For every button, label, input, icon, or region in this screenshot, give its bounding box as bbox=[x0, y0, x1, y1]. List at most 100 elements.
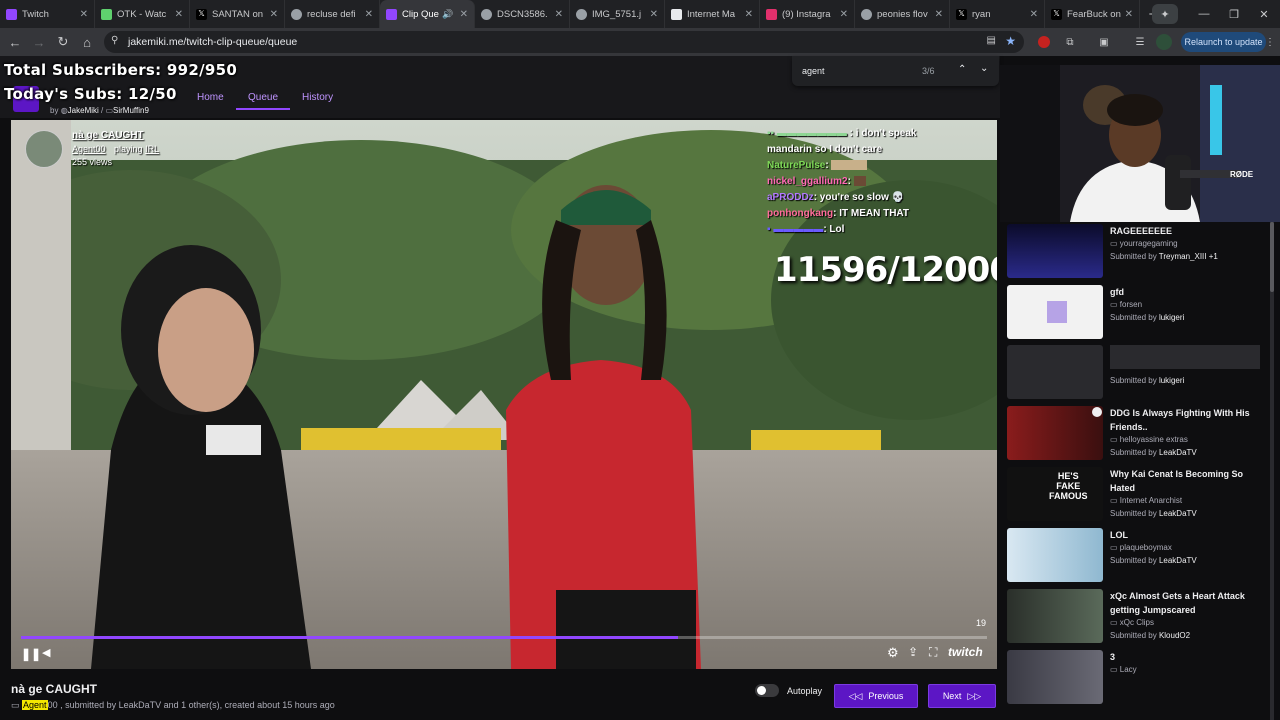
tab-label: Twitch bbox=[22, 8, 49, 20]
close-window-button[interactable]: ✕ bbox=[1248, 0, 1280, 28]
queue-item-title: LOL bbox=[1110, 530, 1128, 540]
tab-search-icon[interactable]: ✦ bbox=[1152, 4, 1178, 24]
browser-tab[interactable]: 𝕏 FearBuck on ✕ bbox=[1045, 0, 1140, 28]
browser-tab[interactable]: OTK - Watc ✕ bbox=[95, 0, 190, 28]
clip-icon: ▭ bbox=[1110, 496, 1120, 505]
toggle-switch[interactable] bbox=[755, 684, 779, 697]
tab-label: recluse defi bbox=[307, 8, 356, 20]
queue-item[interactable]: xQc Almost Gets a Heart Attack getting J… bbox=[1007, 587, 1267, 645]
queue-item[interactable]: RAGEEEEEEE ▭ yourragegaming Submitted by… bbox=[1007, 222, 1267, 280]
tab-close-icon[interactable]: ✕ bbox=[270, 9, 278, 20]
extensions-puzzle-icon[interactable]: ⧉ bbox=[1062, 34, 1078, 50]
clip-queue-list: RAGEEEEEEE ▭ yourragegaming Submitted by… bbox=[1004, 222, 1270, 720]
game-link[interactable]: IRL bbox=[145, 144, 159, 154]
bookmark-star-icon[interactable]: ★ bbox=[1005, 34, 1016, 48]
find-next-icon[interactable]: ⌄ bbox=[980, 63, 988, 74]
browser-tab[interactable]: (9) Instagra ✕ bbox=[760, 0, 855, 28]
browser-tab-active[interactable]: Clip Que 🔊 ✕ bbox=[380, 0, 475, 28]
tab-close-icon[interactable]: ✕ bbox=[1125, 9, 1133, 20]
reading-list-icon[interactable]: ☰ bbox=[1132, 34, 1148, 50]
queue-item-title: 3 bbox=[1110, 652, 1116, 662]
pause-icon[interactable]: ❚❚ bbox=[21, 647, 41, 661]
channel-avatar[interactable] bbox=[25, 130, 63, 168]
clip-title-overlay[interactable]: nà ge CAUGHT bbox=[72, 130, 144, 141]
author-link[interactable]: SirMuffin9 bbox=[113, 106, 149, 115]
autoplay-toggle[interactable]: Autoplay bbox=[755, 684, 822, 697]
channel-link[interactable]: Agent00 bbox=[72, 144, 106, 154]
queue-thumbnail: HE'S FAKE FAMOUS bbox=[1007, 467, 1103, 521]
tab-close-icon[interactable]: ✕ bbox=[1030, 9, 1038, 20]
back-button[interactable]: ← bbox=[3, 30, 27, 54]
tab-close-icon[interactable]: ✕ bbox=[175, 9, 183, 20]
tab-audio-icon[interactable]: 🔊 bbox=[442, 9, 453, 20]
emote-icon bbox=[853, 176, 866, 187]
browser-tab[interactable]: 𝕏ryan ✕ bbox=[950, 0, 1045, 28]
queue-item[interactable]: gfd ▭ forsen Submitted by lukigeri bbox=[1007, 283, 1267, 341]
queue-item-submitter: Submitted by Treyman_XIII +1 bbox=[1110, 252, 1218, 261]
browser-tab[interactable]: peonies flov ✕ bbox=[855, 0, 950, 28]
progress-bar[interactable] bbox=[21, 636, 987, 639]
tab-favicon-icon bbox=[6, 8, 17, 20]
minimize-button[interactable]: — bbox=[1188, 0, 1220, 28]
home-button[interactable]: ⌂ bbox=[75, 30, 99, 54]
queue-item-title: RAGEEEEEEE bbox=[1110, 226, 1173, 236]
relaunch-button[interactable]: Relaunch to update bbox=[1181, 32, 1266, 52]
clip-icon: ▭ bbox=[1110, 435, 1120, 444]
browser-tab[interactable]: 𝕏 SANTAN on ✕ bbox=[190, 0, 285, 28]
address-bar[interactable]: ⚲ jakemiki.me/twitch-clip-queue/queue ▤ … bbox=[104, 31, 1024, 53]
tab-close-icon[interactable]: ✕ bbox=[840, 9, 848, 20]
github-icon: ◍ bbox=[60, 106, 68, 115]
tab-close-icon[interactable]: ✕ bbox=[650, 9, 658, 20]
nav-queue[interactable]: Queue bbox=[236, 92, 291, 110]
find-input[interactable]: agent bbox=[802, 66, 825, 76]
browser-tab[interactable]: Internet Ma ✕ bbox=[665, 0, 760, 28]
find-count: 3/6 bbox=[922, 66, 935, 76]
tab-close-icon[interactable]: ✕ bbox=[935, 9, 943, 20]
url-text: jakemiki.me/twitch-clip-queue/queue bbox=[128, 36, 298, 48]
remove-icon[interactable] bbox=[1092, 407, 1102, 417]
browser-tab[interactable]: recluse defi ✕ bbox=[285, 0, 380, 28]
site-info-icon[interactable]: ⚲ bbox=[111, 35, 118, 46]
side-panel-icon[interactable]: ▣ bbox=[1096, 34, 1112, 50]
queue-item[interactable]: 3 ▭ Lacy bbox=[1007, 648, 1267, 706]
browser-tab[interactable]: DSCN3586. ✕ bbox=[475, 0, 570, 28]
tab-close-icon[interactable]: ✕ bbox=[80, 9, 88, 20]
tab-close-icon[interactable]: ✕ bbox=[460, 9, 468, 20]
clip-channel-line: Agent00 playing IRL bbox=[72, 144, 159, 154]
nav-history[interactable]: History bbox=[302, 92, 333, 103]
queue-scrollbar[interactable] bbox=[1270, 222, 1274, 720]
settings-gear-icon[interactable]: ⚙ bbox=[887, 645, 899, 661]
queue-item[interactable]: Submitted by lukigeri bbox=[1007, 343, 1267, 401]
chat-message: mandarin so I don't care bbox=[767, 144, 883, 155]
queue-item-channel: ▭ xQc Clips bbox=[1110, 618, 1155, 627]
forward-button[interactable]: → bbox=[27, 30, 51, 54]
share-icon[interactable]: ⇪ bbox=[908, 645, 918, 659]
author-link[interactable]: JakeMiki bbox=[68, 106, 99, 115]
tab-close-icon[interactable]: ✕ bbox=[365, 9, 373, 20]
nav-home[interactable]: Home bbox=[197, 92, 224, 103]
queue-item[interactable]: HE'S FAKE FAMOUS Why Kai Cenat Is Becoming… bbox=[1007, 465, 1267, 523]
chat-message: ▪▪ ▬▬▬▬▬▬▬ : i don't speak bbox=[767, 128, 917, 139]
video-player[interactable]: nà ge CAUGHT Agent00 playing IRL 255 vie… bbox=[11, 120, 997, 669]
queue-item[interactable]: LOL ▭ plaqueboymax Submitted by LeakDaTV bbox=[1007, 526, 1267, 584]
reload-button[interactable]: ↻ bbox=[51, 30, 75, 54]
chat-message: ponhongkang: IT MEAN THAT bbox=[767, 208, 910, 219]
queue-item[interactable]: DDG Is Always Fighting With His Friends.… bbox=[1007, 404, 1267, 462]
queue-thumbnail bbox=[1007, 285, 1103, 339]
scrollbar-thumb[interactable] bbox=[1270, 222, 1274, 292]
more-menu-icon[interactable]: ⋮ bbox=[1262, 34, 1278, 50]
reader-mode-icon[interactable]: ▤ bbox=[987, 35, 996, 46]
next-button[interactable]: Next ▷▷ bbox=[928, 684, 996, 708]
previous-button[interactable]: ◁◁ Previous bbox=[834, 684, 918, 708]
browser-tab[interactable]: IMG_5751.j ✕ bbox=[570, 0, 665, 28]
profile-avatar[interactable] bbox=[1156, 34, 1172, 50]
tab-close-icon[interactable]: ✕ bbox=[745, 9, 753, 20]
volume-icon[interactable]: ◀︎ bbox=[42, 646, 50, 659]
twitch-logo[interactable]: twitch bbox=[948, 645, 983, 659]
maximize-button[interactable]: ❐ bbox=[1218, 0, 1250, 28]
fullscreen-icon[interactable]: ⛶ bbox=[929, 645, 937, 660]
tab-close-icon[interactable]: ✕ bbox=[555, 9, 563, 20]
extension-icon[interactable] bbox=[1038, 36, 1050, 48]
find-prev-icon[interactable]: ⌃ bbox=[958, 64, 966, 75]
browser-tab[interactable]: Twitch ✕ bbox=[0, 0, 95, 28]
